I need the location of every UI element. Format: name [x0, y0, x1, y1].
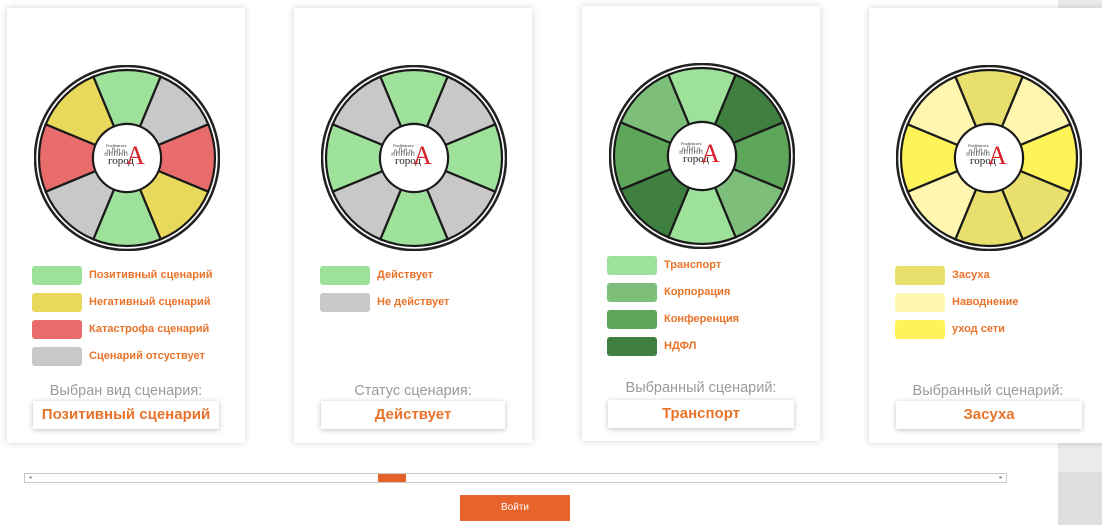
svg-text:Росблаготс: Росблаготс [968, 143, 989, 148]
svg-text:Росблаготс: Росблаготс [106, 143, 127, 148]
scenario-value-box: Позитивный сценарий [33, 401, 219, 429]
selected-value-box: Засуха [896, 401, 1082, 429]
legend-swatch [32, 292, 82, 312]
legend-swatch [607, 282, 657, 302]
legend-item[interactable]: Засуха [895, 265, 1019, 285]
legend-label: Негативный сценарий [89, 296, 211, 308]
scenario-wheel[interactable]: Росблаготс город А [609, 63, 795, 249]
legend-swatch [320, 292, 370, 312]
legend-swatch [32, 346, 82, 366]
legend-label: Действует [377, 269, 434, 281]
legend-label: Не действует [377, 296, 450, 308]
legend-label: Сценарий отсуствует [89, 350, 205, 362]
svg-text:А: А [988, 141, 1007, 170]
horizontal-scrollbar[interactable]: ◂ ▸ [24, 473, 1007, 483]
city-logo-icon: РосблаготсгородА [966, 141, 1007, 170]
selected-caption: Выбранный сценарий: [625, 380, 777, 396]
legend-label: Катастрофа сценарий [89, 323, 210, 335]
legend-item[interactable]: Корпорация [607, 282, 739, 302]
legend-item[interactable]: Конференция [607, 309, 739, 329]
wheel-svg[interactable]: РосблаготсгородА [609, 63, 795, 249]
scenario-wheel[interactable]: Росблаготс город А [896, 65, 1082, 251]
wheel-svg[interactable]: РосблаготсгородА [896, 65, 1082, 251]
legend-swatch [32, 319, 82, 339]
svg-text:А: А [126, 141, 145, 170]
legend: Транспорт Корпорация Конференция НДФЛ [607, 255, 739, 363]
legend-item[interactable]: Действует [320, 265, 449, 285]
legend-item[interactable]: уход сети [895, 319, 1019, 339]
wheel-svg[interactable]: РосблаготсгородА [34, 65, 220, 251]
legend-item[interactable]: Сценарий отсуствует [32, 346, 212, 366]
legend-label: НДФЛ [664, 340, 697, 352]
selected-value-box: Транспорт [608, 400, 794, 428]
scenario-type-card: Росблаготс город А Позитивный сценарий Нег… [7, 8, 245, 443]
selected-scenario-card-green: Росблаготс город А Транспорт Корпорация Ко… [582, 6, 820, 441]
legend-item[interactable]: НДФЛ [607, 336, 739, 356]
svg-text:Росблаготс: Росблаготс [393, 143, 414, 148]
legend-item[interactable]: Не действует [320, 292, 449, 312]
selected-caption: Выбранный сценарий: [912, 383, 1064, 399]
wheel-svg[interactable]: РосблаготсгородА [321, 65, 507, 251]
legend-label: Конференция [664, 313, 740, 325]
scenario-wheel[interactable]: Росблаготс город А [321, 65, 507, 251]
status-value-box: Действует [321, 401, 505, 429]
city-logo-icon: РосблаготсгородА [391, 141, 432, 170]
legend-swatch [320, 265, 370, 285]
legend-swatch [607, 255, 657, 275]
legend-item[interactable]: Позитивный сценарий [32, 265, 212, 285]
legend-swatch [607, 309, 657, 329]
legend-label: Позитивный сценарий [89, 269, 213, 281]
scenario-caption: Выбран вид сценария: [49, 383, 203, 399]
city-logo-icon: РосблаготсгородА [679, 139, 720, 168]
legend-item[interactable]: Негативный сценарий [32, 292, 212, 312]
legend-item[interactable]: Наводнение [895, 292, 1019, 312]
selected-scenario-card-yellow: Росблаготс город А Засуха Наводнение уход … [869, 8, 1102, 443]
legend-swatch [32, 265, 82, 285]
scroll-left-arrow-icon[interactable]: ◂ [26, 475, 34, 481]
legend: Позитивный сценарий Негативный сценарий … [32, 265, 212, 373]
legend: Действует Не действует [320, 265, 449, 319]
legend-swatch [895, 265, 945, 285]
scenario-wheel[interactable]: Росблаготс город А [34, 65, 220, 251]
scenario-status-card: Росблаготс город А Действует Не действует … [294, 8, 532, 443]
legend-label: уход сети [952, 323, 1005, 335]
legend-item[interactable]: Транспорт [607, 255, 739, 275]
sidebar-block [1058, 472, 1102, 525]
legend-label: Наводнение [952, 296, 1019, 308]
svg-text:А: А [413, 141, 432, 170]
scroll-right-arrow-icon[interactable]: ▸ [997, 475, 1005, 481]
legend-label: Засуха [952, 269, 990, 281]
svg-text:А: А [701, 139, 720, 168]
svg-text:Росблаготс: Росблаготс [681, 141, 702, 146]
status-caption: Статус сценария: [354, 383, 472, 399]
legend: Засуха Наводнение уход сети [895, 265, 1019, 346]
city-logo-icon: РосблаготсгородА [104, 141, 145, 170]
legend-swatch [895, 292, 945, 312]
login-button[interactable]: Войти [460, 495, 570, 521]
legend-swatch [895, 319, 945, 339]
legend-label: Транспорт [664, 259, 722, 271]
legend-swatch [607, 336, 657, 356]
scrollbar-thumb[interactable] [377, 474, 406, 482]
legend-item[interactable]: Катастрофа сценарий [32, 319, 212, 339]
legend-label: Корпорация [664, 286, 731, 298]
